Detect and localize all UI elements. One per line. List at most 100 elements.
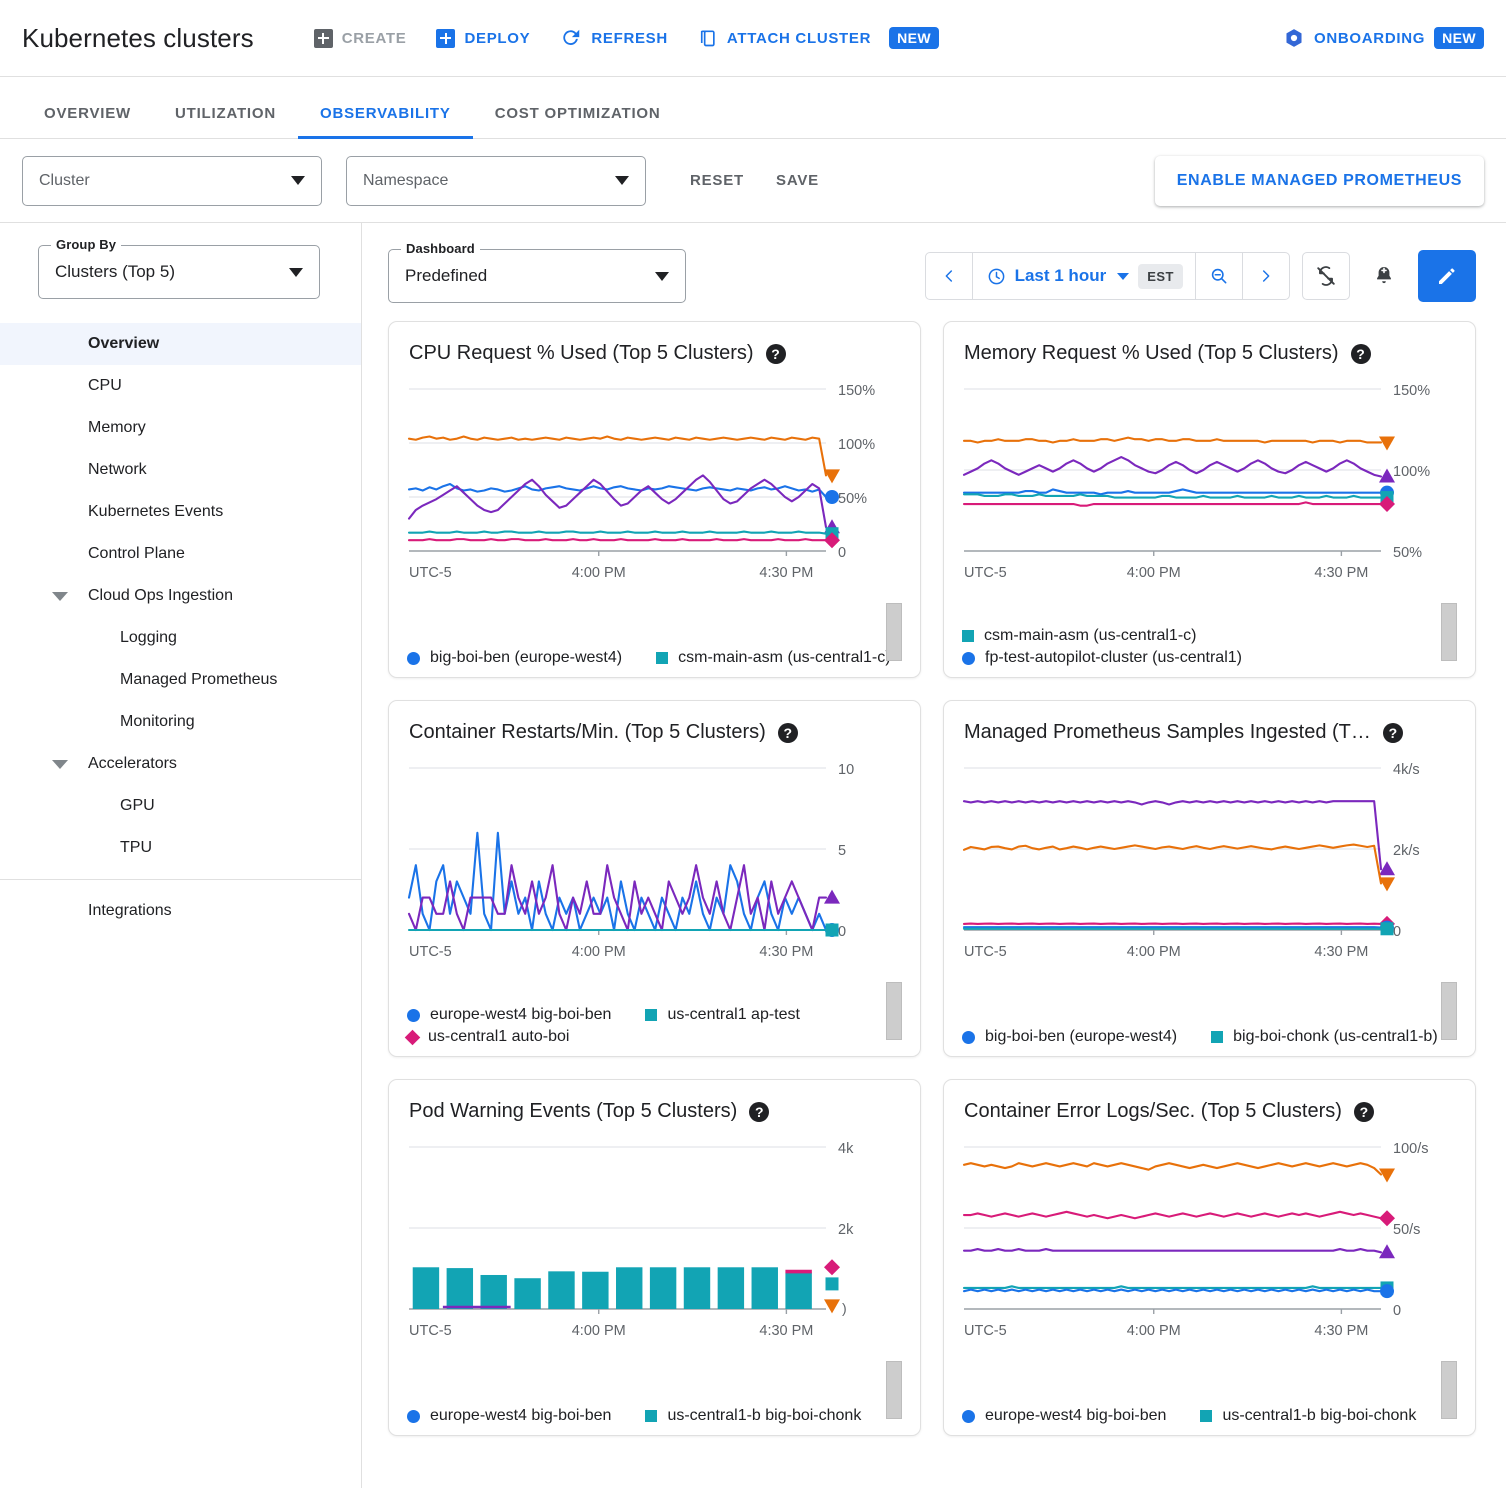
chart-plot[interactable]: 0 5 10 UTC-5 4:00 PM 4:30 PM — [405, 754, 904, 976]
legend-marker-icon — [962, 1030, 975, 1044]
legend-marker-icon — [656, 652, 669, 664]
legend-item[interactable]: us-central1 ap-test — [645, 1006, 800, 1024]
help-icon[interactable]: ? — [1350, 343, 1371, 364]
sidebar-item-overview[interactable]: Overview — [0, 323, 361, 365]
group-by-select[interactable]: Group By Clusters (Top 5) — [38, 237, 320, 299]
sidebar-item-integrations[interactable]: Integrations — [0, 890, 361, 932]
help-icon[interactable]: ? — [749, 1101, 770, 1122]
sidebar-item-accelerators[interactable]: Accelerators — [0, 743, 361, 785]
legend-marker-icon — [404, 1029, 421, 1045]
attach-cluster-button[interactable]: ATTACH CLUSTER NEW — [698, 27, 940, 49]
sidebar-item-cloud-ops-ingestion[interactable]: Cloud Ops Ingestion — [0, 575, 361, 617]
save-button[interactable]: SAVE — [760, 162, 835, 199]
time-prev-button[interactable] — [926, 253, 972, 299]
sidebar-item-monitoring[interactable]: Monitoring — [0, 701, 361, 743]
svg-text:0: 0 — [838, 545, 846, 561]
svg-text:4:30 PM: 4:30 PM — [1314, 944, 1368, 960]
legend-item[interactable]: csm-main-asm (us-central1-c) — [656, 649, 891, 667]
tab-overview[interactable]: OVERVIEW — [22, 105, 153, 138]
legend-scrollbar[interactable] — [1441, 603, 1457, 661]
help-icon[interactable]: ? — [1382, 722, 1403, 743]
chart-plot[interactable]: 50% 100% 150% UTC-5 4:00 PM 4:30 PM — [960, 375, 1459, 597]
chevron-down-icon — [655, 271, 669, 281]
chart-plot[interactable]: 0 50% 100% 150% UTC-5 4:00 PM 4:30 PM — [405, 375, 904, 597]
chevron-down-icon — [1117, 272, 1130, 280]
legend-item[interactable]: europe-west4 big-boi-ben — [407, 1006, 611, 1024]
dashboard-select[interactable]: Dashboard Predefined — [388, 241, 686, 303]
legend-item[interactable]: us-central1 auto-boi — [404, 1028, 569, 1046]
edit-dashboard-button[interactable] — [1418, 250, 1476, 302]
sidebar-item-memory[interactable]: Memory — [0, 407, 361, 449]
legend-item[interactable]: big-boi-chonk (us-central1-b) — [1211, 1028, 1438, 1046]
tab-observability[interactable]: OBSERVABILITY — [298, 105, 473, 139]
legend-label: europe-west4 big-boi-ben — [430, 1006, 612, 1023]
timezone-chip[interactable]: EST — [1138, 263, 1183, 289]
sidebar-item-tpu[interactable]: TPU — [0, 827, 361, 869]
refresh-button-label: REFRESH — [591, 29, 668, 47]
time-range-selector[interactable]: Last 1 hour EST — [973, 253, 1195, 299]
legend-marker-icon — [1200, 1410, 1213, 1422]
svg-text:UTC-5: UTC-5 — [409, 944, 452, 960]
sidebar-item-label: Overview — [88, 335, 160, 352]
create-button[interactable]: CREATE — [313, 28, 407, 48]
sidebar-item-kubernetes-events[interactable]: Kubernetes Events — [0, 491, 361, 533]
sidebar-item-gpu[interactable]: GPU — [0, 785, 361, 827]
attach-cluster-new-badge: NEW — [889, 27, 940, 49]
svg-text:150%: 150% — [1393, 383, 1430, 399]
legend-scrollbar[interactable] — [886, 982, 902, 1040]
tab-cost-optimization[interactable]: COST OPTIMIZATION — [473, 105, 683, 138]
svg-text:4:00 PM: 4:00 PM — [1127, 1323, 1181, 1339]
legend-scrollbar[interactable] — [1441, 1361, 1457, 1419]
create-alert-button[interactable] — [1362, 252, 1406, 300]
legend-item[interactable]: fp-test-autopilot-cluster (us-central1) — [962, 649, 1242, 667]
legend-item[interactable]: europe-west4 big-boi-ben — [407, 1407, 611, 1425]
sidebar-item-network[interactable]: Network — [0, 449, 361, 491]
deploy-button-label: DEPLOY — [464, 29, 531, 47]
zoom-out-button[interactable] — [1196, 253, 1242, 299]
chart-plot[interactable]: 2k 4k UTC-5 4:00 PM 4:30 PM) — [405, 1133, 904, 1355]
chart-plot[interactable]: 0 50/s 100/s UTC-5 4:00 PM 4:30 PM — [960, 1133, 1459, 1355]
legend-marker-icon — [407, 1409, 420, 1423]
sidebar-item-label: TPU — [120, 839, 152, 856]
deploy-button[interactable]: DEPLOY — [436, 28, 531, 48]
sidebar-item-logging[interactable]: Logging — [0, 617, 361, 659]
svg-text:4:00 PM: 4:00 PM — [572, 1323, 626, 1339]
disable-sync-button[interactable] — [1302, 252, 1350, 300]
help-icon[interactable]: ? — [1353, 1101, 1374, 1122]
legend-scrollbar[interactable] — [1441, 982, 1457, 1040]
tab-utilization[interactable]: UTILIZATION — [153, 105, 298, 138]
svg-text:100%: 100% — [838, 437, 875, 453]
body-split: Group By Clusters (Top 5) Overview CPU M… — [0, 223, 1506, 1488]
enable-managed-prometheus-button[interactable]: ENABLE MANAGED PROMETHEUS — [1154, 155, 1484, 206]
legend-item[interactable]: europe-west4 big-boi-ben — [962, 1407, 1166, 1425]
time-next-button[interactable] — [1243, 253, 1289, 299]
sidebar-item-cpu[interactable]: CPU — [0, 365, 361, 407]
onboarding-button[interactable]: ONBOARDING — [1283, 27, 1425, 49]
legend-item[interactable]: big-boi-ben (europe-west4) — [962, 1028, 1177, 1046]
sidebar-item-label: Kubernetes Events — [88, 503, 224, 520]
help-icon[interactable]: ? — [765, 343, 786, 364]
svg-text:150%: 150% — [838, 383, 875, 399]
chart-legend: europe-west4 big-boi-ben us-central1-b b… — [962, 1361, 1457, 1425]
legend-label: big-boi-chonk (us-central1-b) — [1233, 1028, 1438, 1045]
legend-marker-icon — [1211, 1031, 1224, 1043]
help-icon[interactable]: ? — [777, 722, 798, 743]
legend-item[interactable]: us-central1-b big-boi-chonk — [645, 1407, 861, 1425]
namespace-filter-select[interactable]: Namespace — [346, 155, 646, 206]
sidebar-item-label: Integrations — [88, 902, 172, 919]
refresh-button[interactable]: REFRESH — [560, 27, 668, 49]
legend-item[interactable]: big-boi-ben (europe-west4) — [407, 649, 622, 667]
legend-item[interactable]: csm-main-asm (us-central1-c) — [962, 627, 1196, 645]
cluster-filter-select[interactable]: Cluster — [22, 155, 322, 206]
legend-scrollbar[interactable] — [886, 603, 902, 661]
chevron-down-icon — [615, 176, 629, 185]
sidebar-item-control-plane[interactable]: Control Plane — [0, 533, 361, 575]
chevron-right-icon — [1262, 270, 1270, 282]
chart-plot[interactable]: 0 2k/s 4k/s UTC-5 4:00 PM 4:30 PM — [960, 754, 1459, 976]
sidebar-item-managed-prometheus[interactable]: Managed Prometheus — [0, 659, 361, 701]
svg-text:0: 0 — [1393, 1303, 1401, 1319]
legend-scrollbar[interactable] — [886, 1361, 902, 1419]
onboarding-new-badge: NEW — [1434, 27, 1484, 49]
legend-item[interactable]: us-central1-b big-boi-chonk — [1200, 1407, 1416, 1425]
reset-button[interactable]: RESET — [674, 162, 760, 199]
